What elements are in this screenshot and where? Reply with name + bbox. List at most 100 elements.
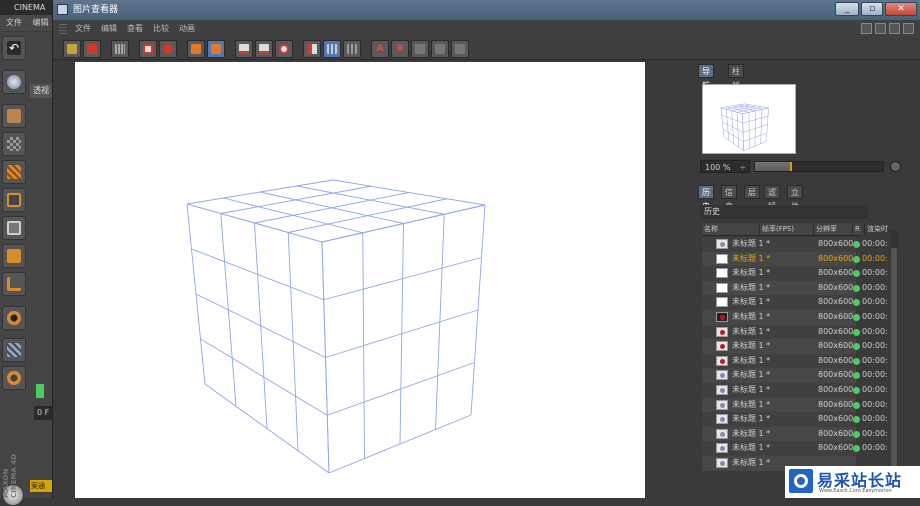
copy-icon <box>191 44 201 54</box>
menu-animation[interactable]: 动画 <box>179 20 195 38</box>
table-row[interactable]: 未标题 1 *800x60000:00: <box>702 339 856 354</box>
set-b-button[interactable]: B <box>391 40 409 58</box>
texture-tool[interactable] <box>2 132 26 156</box>
table-row[interactable]: 未标题 1 *800x60000:00: <box>702 252 856 267</box>
lock-plane-tool[interactable] <box>2 338 26 362</box>
restore-button[interactable]: ▫ <box>861 2 883 16</box>
col-r[interactable]: R <box>852 223 864 236</box>
snap-icon <box>7 371 21 385</box>
menu-view[interactable]: 查看 <box>127 20 143 38</box>
render-canvas[interactable] <box>75 62 663 498</box>
status-dot <box>853 431 860 438</box>
polygons-tool[interactable] <box>2 244 26 268</box>
c4d-menu-edit[interactable]: 编辑 <box>33 18 49 27</box>
model-tool[interactable] <box>2 104 26 128</box>
col-fps[interactable]: 帧率(FPS) <box>759 223 812 236</box>
split-horizontal-button[interactable] <box>343 40 361 58</box>
settings-button[interactable] <box>275 40 293 58</box>
move-icon[interactable] <box>889 23 900 34</box>
undo-button[interactable]: ↶ <box>2 36 26 60</box>
table-row[interactable]: 未标题 1 *800x60000:00: <box>702 266 856 281</box>
history-scroll-thumb[interactable] <box>891 248 897 468</box>
open-button[interactable] <box>63 40 81 58</box>
table-row[interactable]: 未标题 1 *800x60000:00: <box>702 325 856 340</box>
axis-tool[interactable] <box>2 272 26 296</box>
history-scrollbar[interactable] <box>890 230 898 498</box>
magnet-tool[interactable] <box>2 306 26 330</box>
minimize-button[interactable]: _ <box>835 2 859 16</box>
viewer-app-icon <box>57 4 68 15</box>
tab-info[interactable]: 信息 <box>721 185 737 199</box>
frame-field[interactable]: 0 F <box>34 406 52 420</box>
menu-edit[interactable]: 编辑 <box>101 20 117 38</box>
row-thumbnail <box>716 429 728 439</box>
panel-toggle-icon[interactable] <box>875 23 886 34</box>
tab-histogram[interactable]: 柱状图 <box>728 64 744 78</box>
zoom-slider[interactable] <box>754 161 884 172</box>
zoom-slider-handle[interactable] <box>790 162 792 171</box>
status-dot <box>853 343 860 350</box>
row-name: 未标题 1 * <box>732 412 770 427</box>
menu-file[interactable]: 文件 <box>75 20 91 38</box>
table-row[interactable]: 未标题 1 *800x60000:00: <box>702 398 856 413</box>
set-a-button[interactable]: A <box>371 40 389 58</box>
diff-button[interactable] <box>431 40 449 58</box>
zoom-spinner-icon[interactable]: ÷ <box>739 161 746 174</box>
tab-layers[interactable]: 层 <box>744 185 760 199</box>
navigator-preview[interactable] <box>702 84 796 154</box>
col-resolution[interactable]: 分辨率 <box>813 223 851 236</box>
c4d-menu-file[interactable]: 文件 <box>6 18 22 27</box>
zoom-input[interactable]: 100 %÷ <box>700 160 750 173</box>
close-button[interactable]: ✕ <box>885 2 917 16</box>
viewport-label[interactable]: 透视 <box>30 84 52 98</box>
undo-icon: ↶ <box>7 41 21 55</box>
paste-button[interactable] <box>207 40 225 58</box>
row-name: 未标题 1 * <box>732 310 770 325</box>
tab-stereo[interactable]: 立体 <box>787 185 803 199</box>
render-region-button[interactable] <box>139 40 157 58</box>
status-dot <box>853 285 860 292</box>
layout-icon[interactable] <box>861 23 872 34</box>
table-row[interactable]: 未标题 1 *800x60000:00: <box>702 295 856 310</box>
render-settings-tool[interactable] <box>2 70 26 94</box>
table-row[interactable]: 未标题 1 *800x60000:00: <box>702 237 856 252</box>
tab-filters[interactable]: 滤镜 <box>764 185 780 199</box>
table-row[interactable]: 未标题 1 *800x60000:00: <box>702 441 856 456</box>
snap-tool[interactable] <box>2 366 26 390</box>
table-row[interactable]: 未标题 1 *800x60000:00: <box>702 281 856 296</box>
points-tool[interactable] <box>2 188 26 212</box>
col-name[interactable]: 名称 <box>702 223 757 236</box>
tab-navigator[interactable]: 导航器 <box>698 64 714 78</box>
table-row[interactable]: 未标题 1 *800x60000:00: <box>702 383 856 398</box>
split-button[interactable] <box>323 40 341 58</box>
viewer-titlebar[interactable]: 图片查看器 _ ▫ ✕ <box>53 0 920 20</box>
table-row[interactable]: 未标题 1 *800x60000:00: <box>702 354 856 369</box>
copy-button[interactable] <box>187 40 205 58</box>
workplane-tool[interactable] <box>2 160 26 184</box>
row-name: 未标题 1 * <box>732 368 770 383</box>
expand-icon[interactable] <box>903 23 914 34</box>
swap-button[interactable] <box>411 40 429 58</box>
tab-history[interactable]: 历史 <box>698 185 714 199</box>
compare-button[interactable] <box>303 40 321 58</box>
material-label[interactable]: 案通 <box>30 480 52 492</box>
save-icon <box>87 44 97 54</box>
menu-compare[interactable]: 比较 <box>153 20 169 38</box>
history-list: 未标题 1 *800x60000:00:未标题 1 *800x60000:00:… <box>702 237 892 498</box>
table-row[interactable]: 未标题 1 *800x60000:00: <box>702 427 856 442</box>
save-button[interactable] <box>83 40 101 58</box>
table-row[interactable]: 未标题 1 *800x60000:00: <box>702 368 856 383</box>
edges-tool[interactable] <box>2 216 26 240</box>
table-row[interactable]: 未标题 1 *800x60000:00: <box>702 412 856 427</box>
table-row[interactable]: 未标题 1 *800x60000:00: <box>702 310 856 325</box>
import-button[interactable] <box>255 40 273 58</box>
layers-button[interactable] <box>451 40 469 58</box>
export-button[interactable] <box>235 40 253 58</box>
c4d-menubar: 文件 编辑 <box>0 15 60 31</box>
grid-button[interactable] <box>111 40 129 58</box>
history-header: 历史 <box>700 205 868 219</box>
row-thumbnail <box>716 458 728 468</box>
zoom-play-icon[interactable] <box>890 161 901 172</box>
render-button[interactable] <box>159 40 177 58</box>
timeline-marker <box>36 384 44 398</box>
